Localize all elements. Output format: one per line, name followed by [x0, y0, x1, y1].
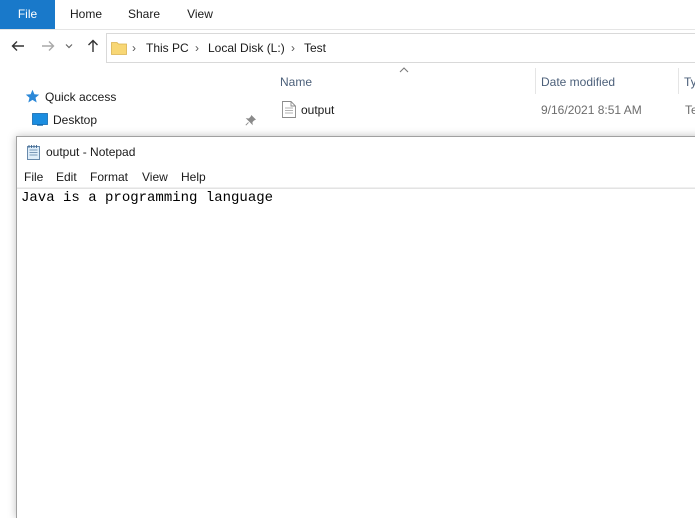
tab-home[interactable]: Home [58, 0, 114, 29]
ribbon-tabs: File Home Share View [0, 0, 695, 30]
notepad-content: Java is a programming language [21, 190, 274, 206]
file-date-modified: 9/16/2021 8:51 AM [541, 103, 642, 117]
sort-ascending-icon [399, 67, 409, 73]
up-arrow-icon [88, 39, 98, 52]
desktop-icon [32, 113, 48, 126]
chevron-down-icon [65, 44, 73, 49]
menu-view[interactable]: View [142, 168, 168, 187]
column-header-type[interactable]: Ty [684, 70, 695, 94]
forward-arrow-icon [42, 41, 55, 51]
tab-file[interactable]: File [0, 0, 55, 29]
sidebar-item-desktop[interactable]: Desktop [32, 110, 262, 130]
breadcrumb-separator: › [195, 41, 199, 55]
file-name: output [301, 103, 335, 117]
sidebar-item-label: Desktop [53, 113, 98, 127]
folder-icon [111, 42, 127, 55]
forward-button[interactable] [39, 37, 57, 55]
column-divider[interactable] [535, 68, 536, 94]
notepad-window-title: output - Notepad [46, 145, 136, 159]
file-row[interactable]: output 9/16/2021 8:51 AM Te [270, 99, 695, 121]
column-divider[interactable] [678, 68, 679, 94]
address-bar[interactable]: › This PC › Local Disk (L:) › Test [106, 33, 695, 63]
notepad-title-bar[interactable]: output - Notepad [17, 137, 695, 168]
text-file-icon [282, 101, 296, 118]
breadcrumb-separator: › [291, 41, 295, 55]
menu-file[interactable]: File [24, 168, 43, 187]
notepad-window: output - Notepad File Edit Format View H… [16, 136, 695, 518]
recent-locations-button[interactable] [63, 37, 75, 55]
column-header-date-modified[interactable]: Date modified [541, 70, 615, 94]
breadcrumb-test[interactable]: Test [304, 34, 326, 62]
menu-edit[interactable]: Edit [56, 168, 77, 187]
breadcrumb-local-disk[interactable]: Local Disk (L:) [208, 34, 285, 62]
navigation-pane: Quick access Desktop [0, 66, 262, 136]
sidebar-item-label: Quick access [45, 90, 117, 104]
star-icon [25, 89, 40, 103]
notepad-text-area[interactable]: Java is a programming language [17, 188, 695, 518]
breadcrumb-separator: › [132, 41, 136, 55]
notepad-menu-bar: File Edit Format View Help [17, 168, 695, 188]
tab-view[interactable]: View [172, 0, 228, 29]
breadcrumb-this-pc[interactable]: This PC [146, 34, 189, 62]
column-header-name[interactable]: Name [280, 70, 312, 94]
up-button[interactable] [84, 37, 102, 55]
back-button[interactable] [9, 37, 27, 55]
back-arrow-icon [11, 41, 24, 51]
menu-help[interactable]: Help [181, 168, 206, 187]
menu-format[interactable]: Format [90, 168, 128, 187]
notepad-app-icon [27, 145, 40, 160]
navigation-bar: › This PC › Local Disk (L:) › Test [0, 30, 695, 64]
pin-icon[interactable] [245, 115, 256, 126]
tab-share[interactable]: Share [116, 0, 172, 29]
file-type: Te [685, 103, 695, 117]
